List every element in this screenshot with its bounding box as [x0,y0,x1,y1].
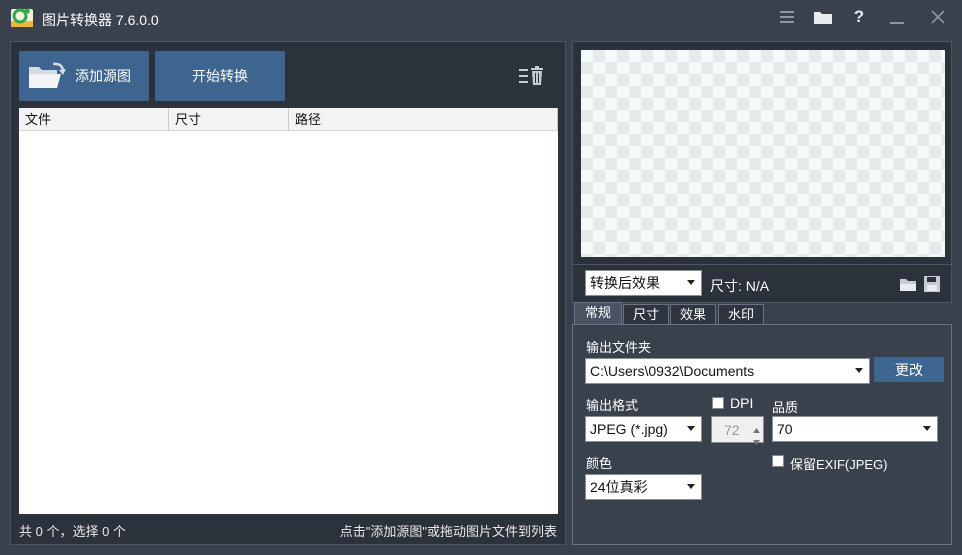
output-folder-value: C:\Users\0932\Documents [590,363,755,379]
window-title: 图片转换器 7.6.0.0 [42,12,159,28]
file-list-header: 文件 尺寸 路径 [19,108,558,131]
dpi-checkbox[interactable] [712,397,724,409]
chevron-down-icon [687,280,695,285]
column-header-path[interactable]: 路径 [289,108,558,131]
column-header-size[interactable]: 尺寸 [169,108,289,131]
view-mode-select[interactable]: 转换后效果 [585,270,702,296]
menu-icon[interactable] [775,6,799,28]
open-folder-icon [27,61,67,91]
add-source-button[interactable]: 添加源图 [19,51,149,101]
open-file-icon[interactable] [899,276,917,292]
selection-count: 共 0 个，选择 0 个 [19,524,126,539]
tab-size[interactable]: 尺寸 [623,304,669,325]
drop-hint: 点击"添加源图"或拖动图片文件到列表 [339,524,557,539]
file-panel: 添加源图 开始转换 文件 尺寸 路径 共 0 个，选择 0 个 点击"添加源图"… [10,41,566,545]
keep-exif-label: 保留EXIF(JPEG) [790,457,888,472]
preview-canvas [581,50,945,257]
clear-list-icon[interactable] [519,66,545,86]
app-logo-icon [10,6,34,30]
dpi-value: 72 [724,421,740,438]
save-icon[interactable] [923,276,941,292]
add-source-label: 添加源图 [75,68,131,84]
general-tab-panel: 输出文件夹 C:\Users\0932\Documents 更改 输出格式 JP… [572,324,952,545]
view-mode-value: 转换后效果 [590,275,660,291]
quality-label: 品质 [772,400,799,415]
settings-panel: 转换后效果 尺寸: N/A 常规 尺寸 效果 水印 输出文件夹 C:\Users… [572,41,952,545]
column-header-file[interactable]: 文件 [19,108,169,131]
chevron-down-icon [923,426,931,431]
tab-watermark[interactable]: 水印 [718,304,764,325]
minimize-icon[interactable] [885,6,909,28]
output-format-select[interactable]: JPEG (*.jpg) [585,416,702,442]
color-label: 颜色 [586,456,613,471]
spin-down-icon[interactable] [753,432,760,448]
preview-toolbar: 转换后效果 尺寸: N/A [572,265,952,303]
dpi-label: DPI [730,395,754,411]
chevron-down-icon [687,426,695,431]
color-depth-select[interactable]: 24位真彩 [585,474,702,500]
preview-size: 尺寸: N/A [710,278,770,294]
close-icon[interactable] [926,6,950,28]
settings-tabs: 常规 尺寸 效果 水印 [572,302,952,325]
output-format-label: 输出格式 [586,398,639,413]
tab-general[interactable]: 常规 [574,302,622,325]
color-depth-value: 24位真彩 [590,479,648,495]
keep-exif-checkbox[interactable] [772,455,784,467]
change-folder-button[interactable]: 更改 [874,357,944,382]
output-format-value: JPEG (*.jpg) [590,421,668,437]
tab-effect[interactable]: 效果 [670,304,716,325]
quality-select[interactable]: 70 [772,416,938,442]
output-folder-label: 输出文件夹 [586,340,652,355]
file-list[interactable]: 文件 尺寸 路径 [19,108,558,514]
title-bar: 图片转换器 7.6.0.0 ? [0,0,962,36]
chevron-down-icon [855,368,863,373]
start-convert-button[interactable]: 开始转换 [155,51,285,101]
dpi-spinner[interactable]: 72 [711,416,764,445]
output-folder-select[interactable]: C:\Users\0932\Documents [585,358,870,384]
help-icon[interactable]: ? [847,6,871,28]
chevron-down-icon [687,484,695,489]
folder-icon[interactable] [811,6,835,28]
quality-value: 70 [777,421,793,437]
preview-area [572,41,952,265]
